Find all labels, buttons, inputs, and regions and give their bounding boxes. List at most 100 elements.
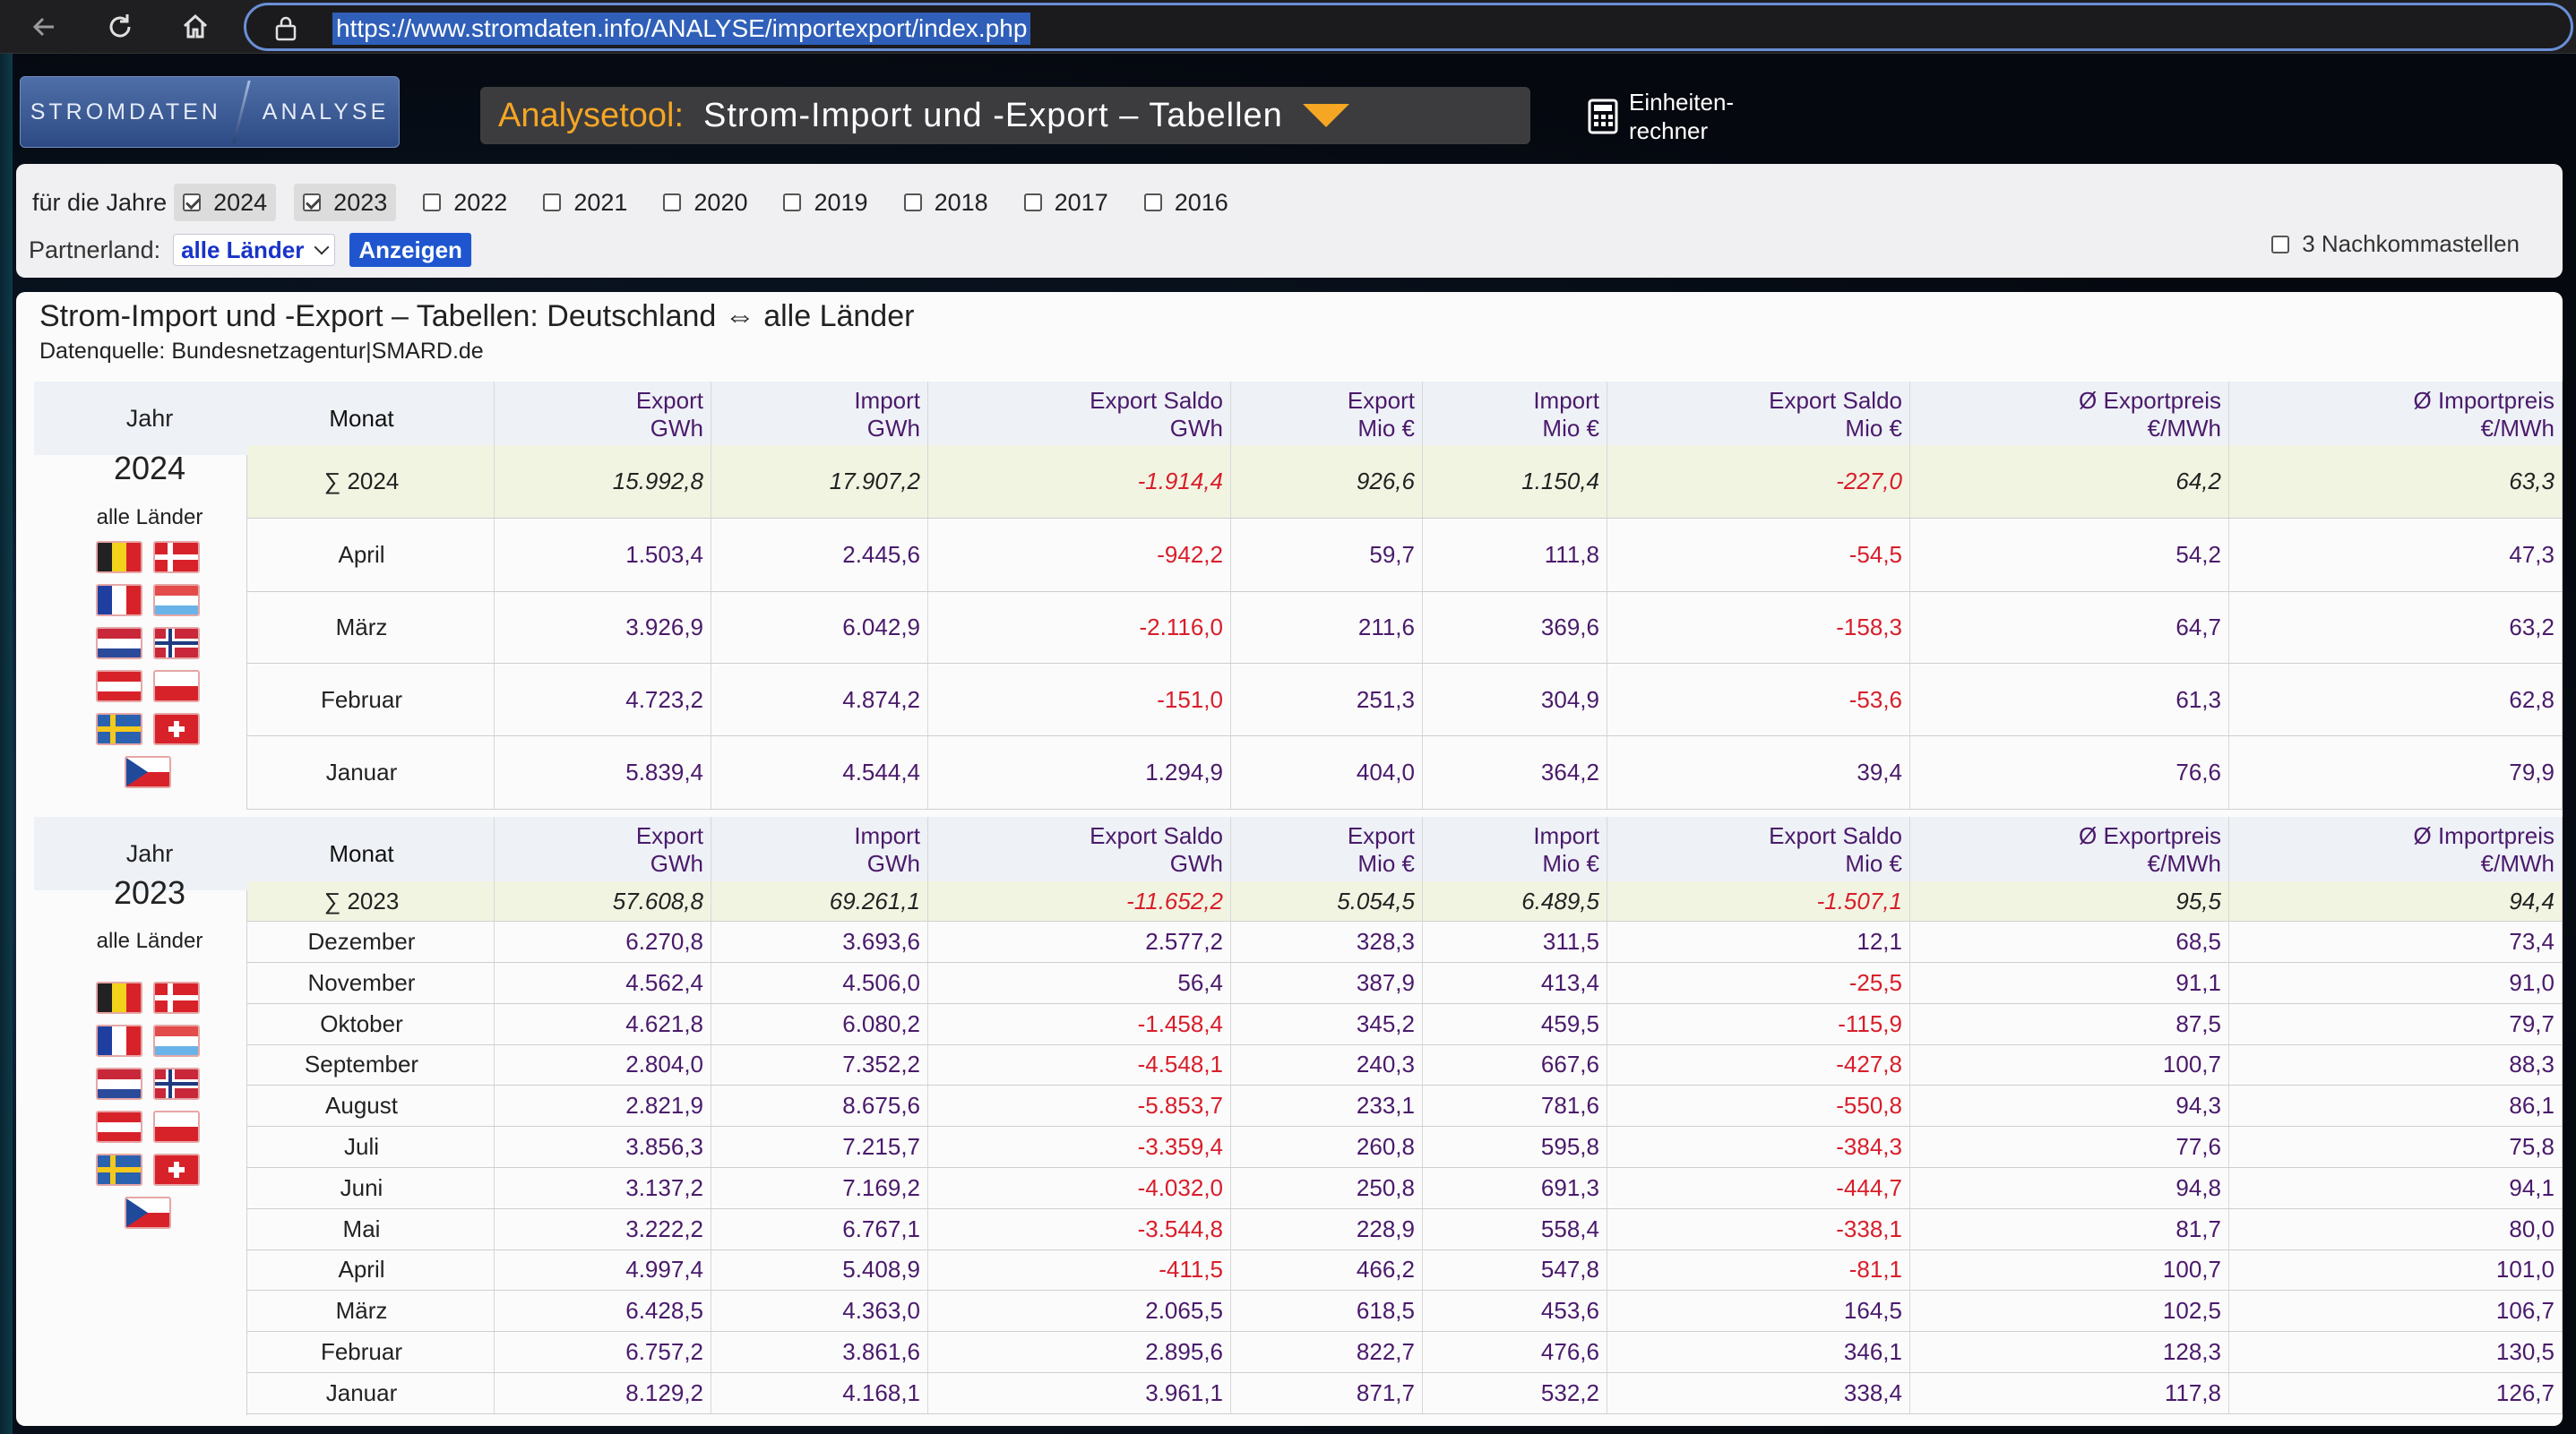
- decimals-checkbox[interactable]: [2271, 235, 2290, 253]
- year-option-2019[interactable]: 2019: [774, 184, 876, 221]
- flag-czechia-icon[interactable]: [125, 756, 171, 788]
- value-cell: -11.652,2: [928, 881, 1231, 921]
- flag-poland-icon[interactable]: [153, 670, 200, 702]
- calculator-icon[interactable]: [1588, 93, 1618, 134]
- year-checkbox[interactable]: [903, 193, 922, 211]
- show-button[interactable]: Anzeigen: [349, 233, 471, 267]
- back-arrow-icon[interactable]: [27, 9, 63, 45]
- year-option-2017[interactable]: 2017: [1015, 184, 1117, 221]
- year-checkbox[interactable]: [423, 193, 442, 211]
- flag-belgium-icon[interactable]: [96, 541, 142, 573]
- flag-netherlands-icon[interactable]: [96, 1068, 142, 1100]
- table-row: Oktober 4.621,8 6.080,2 -1.458,4 345,2 459,5-…: [229, 1003, 2563, 1045]
- value-cell: 7.215,7: [711, 1127, 928, 1167]
- value-cell: -1.507,1: [1607, 881, 1910, 921]
- dropdown-triangle-icon[interactable]: [1302, 104, 1349, 127]
- value-cell: 2.821,9: [495, 1086, 711, 1127]
- value-cell: 54,2: [1910, 519, 2229, 591]
- value-cell: 94,8: [1910, 1167, 2229, 1208]
- year-checkbox[interactable]: [543, 193, 562, 211]
- year-option-2022[interactable]: 2022: [414, 184, 516, 221]
- value-cell: 4.363,0: [711, 1291, 928, 1332]
- value-cell: 345,2: [1231, 1003, 1423, 1044]
- table-panel: Strom-Import und -Export – Tabellen: Deu…: [16, 292, 2563, 1426]
- flag-norway-icon[interactable]: [153, 627, 200, 659]
- flag-belgium-icon[interactable]: [96, 982, 142, 1014]
- column-header: Import Mio €: [1423, 382, 1607, 455]
- value-cell: -550,8: [1607, 1086, 1910, 1127]
- reload-icon[interactable]: [102, 9, 138, 45]
- year-option-2023[interactable]: 2023: [294, 184, 397, 221]
- table-row: November 4.562,4 4.506,0 56,4 387,9 413,4 -25,…: [229, 962, 2563, 1004]
- value-cell: -384,3: [1607, 1127, 1910, 1167]
- flag-luxembourg-icon[interactable]: [153, 1025, 200, 1057]
- column-header-unit: GWh: [866, 850, 920, 877]
- column-header: Export Saldo Mio €: [1607, 382, 1910, 455]
- unit-calculator-link[interactable]: Einheiten- rechner: [1629, 88, 1754, 145]
- flag-austria-icon[interactable]: [96, 670, 142, 702]
- value-cell: 228,9: [1231, 1208, 1423, 1249]
- year-checkbox[interactable]: [303, 193, 322, 211]
- value-cell: 6.489,5: [1423, 881, 1607, 921]
- table-row: Januar 5.839,4 4.544,4 1.294,9 404,0 364,2 39,…: [229, 736, 2563, 810]
- year-checkbox[interactable]: [183, 193, 202, 211]
- site-logo[interactable]: STROMDATEN ANALYSE: [20, 76, 400, 148]
- year-option-2024[interactable]: 2024: [174, 184, 277, 221]
- value-cell: 63,2: [2229, 592, 2563, 663]
- value-cell: 211,6: [1231, 592, 1423, 663]
- value-cell: 822,7: [1231, 1332, 1423, 1372]
- value-cell: 926,6: [1231, 445, 1423, 518]
- flag-denmark-icon[interactable]: [153, 982, 200, 1014]
- value-cell: 3.222,2: [495, 1208, 711, 1249]
- analysis-tool-dropdown[interactable]: Analysetool: Strom-Import und -Export – …: [480, 87, 1530, 144]
- value-cell: 871,7: [1231, 1372, 1423, 1413]
- year-option-2021[interactable]: 2021: [534, 184, 636, 221]
- flag-sweden-icon[interactable]: [96, 1154, 142, 1186]
- flag-denmark-icon[interactable]: [153, 541, 200, 573]
- flag-czechia-icon[interactable]: [125, 1197, 171, 1229]
- decimals-option[interactable]: 3 Nachkommastellen: [2271, 230, 2520, 258]
- value-cell: -5.853,7: [928, 1086, 1231, 1127]
- year-checkbox[interactable]: [663, 193, 682, 211]
- year-label: 2019: [814, 188, 868, 216]
- flag-austria-icon[interactable]: [96, 1111, 142, 1143]
- value-cell: 558,4: [1423, 1208, 1607, 1249]
- value-cell: 404,0: [1231, 736, 1423, 809]
- value-cell: 364,2: [1423, 736, 1607, 809]
- year-option-2016[interactable]: 2016: [1135, 184, 1237, 221]
- table-row: Juni 3.137,2 7.169,2 -4.032,0 250,8 691,3 -444…: [229, 1167, 2563, 1209]
- month-cell: Januar: [229, 736, 495, 809]
- flag-france-icon[interactable]: [96, 584, 142, 616]
- flag-switzerland-icon[interactable]: [153, 1154, 200, 1186]
- url-text[interactable]: https://www.stromdaten.info/ANALYSE/impo…: [332, 13, 1031, 45]
- month-cell: Februar: [229, 664, 495, 735]
- month-cell: Februar: [229, 1332, 495, 1372]
- flag-france-icon[interactable]: [96, 1025, 142, 1057]
- value-cell: 57.608,8: [495, 881, 711, 921]
- home-icon[interactable]: [177, 9, 213, 45]
- value-cell: 2.445,6: [711, 519, 928, 591]
- year-checkbox[interactable]: [1023, 193, 1042, 211]
- year-value: 2024: [113, 450, 186, 486]
- address-bar[interactable]: https://www.stromdaten.info/ANALYSE/impo…: [244, 3, 2573, 51]
- flag-poland-icon[interactable]: [153, 1111, 200, 1143]
- value-cell: 64,2: [1910, 445, 2229, 518]
- year-checkbox[interactable]: [1143, 193, 1162, 211]
- flag-switzerland-icon[interactable]: [153, 713, 200, 745]
- flag-norway-icon[interactable]: [153, 1068, 200, 1100]
- partner-country-select[interactable]: alle Länder: [173, 234, 336, 266]
- flag-sweden-icon[interactable]: [96, 713, 142, 745]
- value-cell: 4.506,0: [711, 962, 928, 1003]
- value-cell: 130,5: [2229, 1332, 2563, 1372]
- year-checkbox[interactable]: [783, 193, 802, 211]
- month-cell: Dezember: [229, 922, 495, 962]
- flag-netherlands-icon[interactable]: [96, 627, 142, 659]
- partner-row: Partnerland: alle Länder Anzeigen: [29, 232, 471, 268]
- value-cell: 75,8: [2229, 1127, 2563, 1167]
- year-option-2018[interactable]: 2018: [895, 184, 997, 221]
- value-cell: 111,8: [1423, 519, 1607, 591]
- flag-luxembourg-icon[interactable]: [153, 584, 200, 616]
- column-header-name: Ø Importpreis: [2413, 387, 2555, 414]
- value-cell: -158,3: [1607, 592, 1910, 663]
- year-option-2020[interactable]: 2020: [654, 184, 756, 221]
